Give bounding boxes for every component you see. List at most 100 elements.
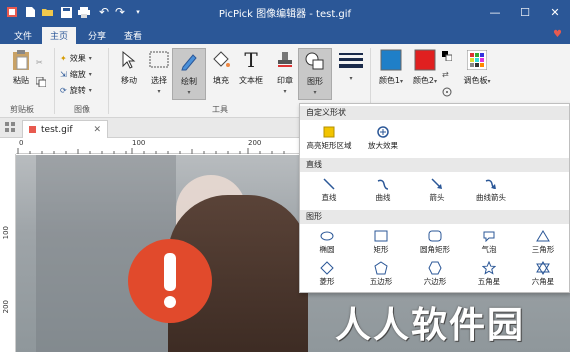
resize-icon: ⇲ xyxy=(60,69,67,79)
horizontal-ruler: 0 100 200 xyxy=(16,138,300,154)
move-arrow-icon xyxy=(117,48,141,72)
move-button[interactable]: 移动 xyxy=(112,48,146,100)
five-star-option[interactable]: 五角星 xyxy=(462,260,516,287)
magnify-option[interactable]: 放大效果 xyxy=(356,124,410,151)
palette-button[interactable]: 调色板▾ xyxy=(460,48,494,100)
diamond-label: 菱形 xyxy=(319,277,335,286)
curve-icon xyxy=(356,176,410,192)
document-tab[interactable]: test.gif ✕ xyxy=(22,120,108,138)
vertical-ruler: 100 200 xyxy=(0,154,16,352)
curve-arrow-label: 曲线箭头 xyxy=(476,193,506,202)
file-icon xyxy=(29,126,36,133)
close-tab-icon[interactable]: ✕ xyxy=(93,125,101,135)
color1-label: 颜色1 xyxy=(378,76,401,85)
triangle-label: 三角形 xyxy=(531,245,555,254)
watermark-text: 人人软件园 xyxy=(335,305,526,346)
swap-colors-icon[interactable]: ⇄ xyxy=(442,66,449,82)
curve-arrow-icon xyxy=(464,176,518,192)
line-option[interactable]: 直线 xyxy=(302,176,356,203)
stamp-label: 印章 xyxy=(277,76,293,85)
title-bar: ↶ ↷ ▾ PicPick 图像编辑器 - test.gif — ☐ ✕ xyxy=(0,0,570,24)
six-star-option[interactable]: 六角星 xyxy=(516,260,570,287)
default-colors-icon[interactable] xyxy=(442,48,452,64)
effects-label: 效果 xyxy=(69,53,86,63)
highlight-rect-label: 高亮矩形区域 xyxy=(306,141,352,150)
rounded-rect-option[interactable]: 圆角矩形 xyxy=(408,228,462,255)
color2-swatch xyxy=(413,48,437,72)
cut-icon[interactable]: ✂ xyxy=(36,54,43,70)
line-icon xyxy=(302,176,356,192)
paste-button[interactable]: 粘贴 xyxy=(4,48,38,100)
tab-file[interactable]: 文件 xyxy=(6,27,40,44)
shape-button[interactable]: 图形 ▾ xyxy=(298,48,332,100)
magnify-label: 放大效果 xyxy=(368,141,398,150)
rounded-rect-icon xyxy=(408,228,462,244)
tab-view[interactable]: 查看 xyxy=(116,27,150,44)
custom-shapes-header: 自定义形状 xyxy=(300,106,569,120)
move-label: 移动 xyxy=(121,76,137,85)
select-label: 选择 xyxy=(151,76,167,85)
line-style-button[interactable]: ▾ xyxy=(334,48,368,100)
document-tab-label: test.gif xyxy=(41,124,73,135)
curve-option[interactable]: 曲线 xyxy=(356,176,410,203)
pencil-icon xyxy=(177,49,201,73)
pentagon-option[interactable]: 五边形 xyxy=(354,260,408,287)
triangle-icon xyxy=(516,228,570,244)
arrow-icon xyxy=(410,176,464,192)
text-box-button[interactable]: T 文本框 xyxy=(234,48,268,100)
hexagon-icon xyxy=(408,260,462,276)
warning-icon xyxy=(128,239,212,323)
line-label: 直线 xyxy=(321,193,337,202)
shape-dropdown-panel: 自定义形状 高亮矩形区域 放大效果 直线 直线 曲线 箭头 曲线箭头 图形 椭圆… xyxy=(299,103,570,293)
bubble-label: 气泡 xyxy=(481,245,497,254)
five-star-label: 五角星 xyxy=(477,277,501,286)
fill-button[interactable]: 填充 xyxy=(204,48,238,100)
lines-header: 直线 xyxy=(300,158,569,172)
rectangle-option[interactable]: 矩形 xyxy=(354,228,408,255)
highlight-rect-icon xyxy=(302,124,356,140)
hexagon-option[interactable]: 六边形 xyxy=(408,260,462,287)
tab-share[interactable]: 分享 xyxy=(80,27,114,44)
group-divider xyxy=(54,48,55,114)
select-button[interactable]: 选择 ▾ xyxy=(142,48,176,100)
text-box-label: 文本框 xyxy=(239,76,263,85)
triangle-option[interactable]: 三角形 xyxy=(516,228,570,255)
rotate-button[interactable]: ⟳ 旋转 ▾ xyxy=(60,82,92,98)
maximize-button[interactable]: ☐ xyxy=(510,0,540,24)
group-divider xyxy=(108,48,109,114)
six-star-icon xyxy=(516,260,570,276)
highlight-rect-option[interactable]: 高亮矩形区域 xyxy=(302,124,356,151)
tools-group-label: 工具 xyxy=(212,105,228,114)
ruler-label: 100 xyxy=(2,226,10,240)
speech-bubble-icon xyxy=(462,228,516,244)
shapes-icon xyxy=(303,49,327,73)
rectangle-label: 矩形 xyxy=(373,245,389,254)
draw-label: 绘制 xyxy=(181,77,197,86)
close-button[interactable]: ✕ xyxy=(540,0,570,24)
eyedropper-icon[interactable] xyxy=(442,84,452,100)
tab-home[interactable]: 主页 xyxy=(42,27,77,44)
diamond-option[interactable]: 菱形 xyxy=(300,260,354,287)
resize-button[interactable]: ⇲ 缩放 ▾ xyxy=(60,66,92,82)
ellipse-icon xyxy=(300,228,354,244)
curve-arrow-option[interactable]: 曲线箭头 xyxy=(464,176,518,203)
minimize-button[interactable]: — xyxy=(480,0,510,24)
clipboard-group-label: 剪贴板 xyxy=(10,105,34,114)
palette-grid-icon xyxy=(465,48,489,72)
copy-icon[interactable] xyxy=(36,74,46,90)
select-rectangle-icon xyxy=(147,48,171,72)
paint-bucket-icon xyxy=(209,48,233,72)
stamp-button[interactable]: 印章 ▾ xyxy=(268,48,302,100)
ellipse-option[interactable]: 椭圆 xyxy=(300,228,354,255)
ruler-label: 200 xyxy=(2,300,10,314)
heart-icon[interactable]: ♥ xyxy=(553,29,562,40)
grid-view-icon[interactable] xyxy=(5,122,16,136)
color1-button[interactable]: 颜色1▾ xyxy=(374,48,408,100)
arrow-option[interactable]: 箭头 xyxy=(410,176,464,203)
bubble-option[interactable]: 气泡 xyxy=(462,228,516,255)
effects-button[interactable]: ✦ 效果 ▾ xyxy=(60,50,92,66)
menu-tab-bar: 文件 主页 分享 查看 ♥ xyxy=(0,24,570,44)
document-tab-bar: test.gif ✕ xyxy=(0,118,300,138)
color2-button[interactable]: 颜色2▾ xyxy=(408,48,442,100)
draw-button[interactable]: 绘制 ▾ xyxy=(172,48,206,100)
